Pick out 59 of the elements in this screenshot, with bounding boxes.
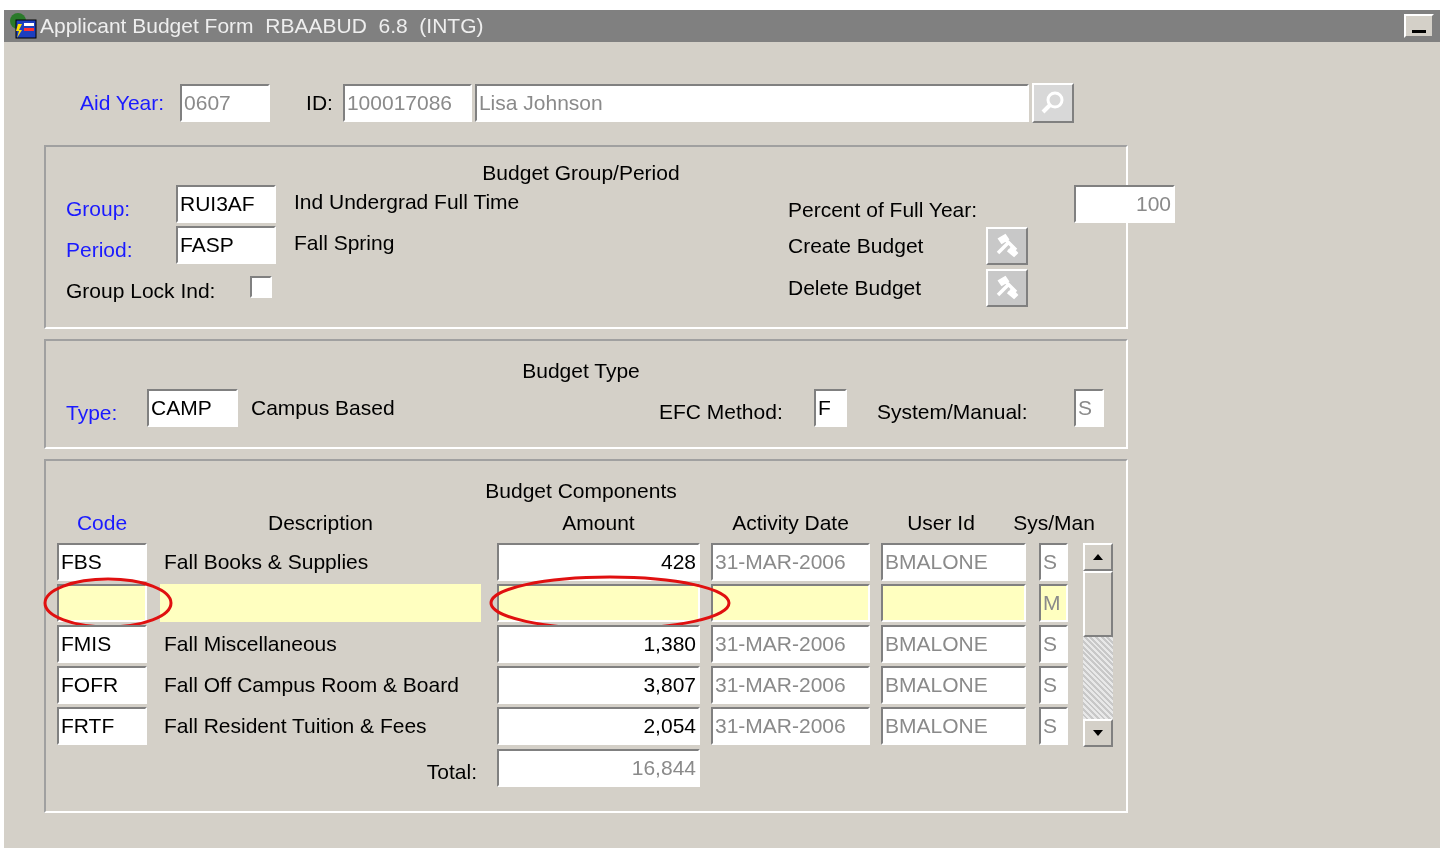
app-icon	[8, 12, 38, 40]
field-label: EFC Method:	[659, 399, 784, 426]
scroll-up-button[interactable]	[1083, 543, 1113, 571]
table-cell-field[interactable]	[57, 584, 147, 622]
table-cell-field[interactable]: FOFR	[57, 666, 147, 704]
field-label: ID:	[306, 90, 333, 117]
input-field[interactable]: CAMP	[147, 389, 238, 427]
button-label: Create Budget	[788, 233, 925, 260]
column-header: Amount	[562, 510, 635, 536]
minimize-icon	[1412, 30, 1426, 33]
window-title: Applicant Budget Form RBAABUD 6.8 (INTG)	[40, 13, 484, 40]
field-label: Type:	[66, 400, 119, 427]
table-cell-text: Fall Resident Tuition & Fees	[163, 713, 428, 740]
panel-title: Budget Components	[485, 478, 677, 501]
button-label: Delete Budget	[788, 275, 923, 302]
up-arrow-icon	[1092, 553, 1104, 561]
scroll-thumb[interactable]	[1083, 571, 1113, 637]
field-description: Campus Based	[251, 395, 396, 422]
tool-button[interactable]	[986, 269, 1028, 307]
table-cell-field[interactable]: 428	[497, 543, 700, 581]
minimize-button[interactable]	[1404, 14, 1434, 38]
scroll-down-button[interactable]	[1083, 719, 1113, 747]
column-header: Code	[76, 510, 128, 536]
table-cell-field[interactable]: 2,054	[497, 707, 700, 745]
panel-title: Budget Type	[522, 358, 640, 381]
down-arrow-icon	[1092, 729, 1104, 737]
table-cell-field[interactable]: FRTF	[57, 707, 147, 745]
table-cell-field[interactable]	[497, 584, 700, 622]
column-header: Sys/Man	[1013, 510, 1095, 536]
field-label: Percent of Full Year:	[788, 197, 979, 224]
table-cell-text: Fall Off Campus Room & Board	[163, 672, 460, 699]
total-label: Total:	[425, 759, 478, 786]
table-cell-field[interactable]: 3,807	[497, 666, 700, 704]
input-field[interactable]: F	[814, 389, 847, 427]
field-label: Group Lock Ind:	[66, 278, 217, 305]
search-button[interactable]	[1031, 83, 1074, 123]
table-cell-text: Fall Books & Supplies	[163, 549, 370, 576]
field-description: Fall Spring	[294, 230, 396, 257]
table-cell-text: Fall Miscellaneous	[163, 631, 338, 658]
input-field[interactable]: RUI3AF	[176, 185, 276, 223]
input-field[interactable]: FASP	[176, 226, 276, 264]
tools-icon	[994, 275, 1020, 301]
table-cell-field[interactable]: FMIS	[57, 625, 147, 663]
field-label: Group:	[66, 196, 132, 223]
field-label: Period:	[66, 237, 134, 264]
panel-title: Budget Group/Period	[482, 160, 680, 183]
table-cell-field[interactable]: FBS	[57, 543, 147, 581]
field-label: Aid Year:	[80, 90, 165, 117]
field-description: Ind Undergrad Full Time	[294, 189, 521, 216]
group-lock-checkbox[interactable]	[250, 276, 272, 298]
tool-button[interactable]	[986, 227, 1028, 265]
column-header: User Id	[907, 510, 975, 536]
column-header: Activity Date	[732, 510, 849, 536]
scrollbar[interactable]	[1083, 543, 1113, 747]
column-header: Description	[267, 510, 373, 536]
tools-icon	[994, 233, 1020, 259]
field-label: System/Manual:	[877, 399, 1029, 426]
search-icon	[1039, 90, 1066, 116]
table-cell-field[interactable]: 1,380	[497, 625, 700, 663]
